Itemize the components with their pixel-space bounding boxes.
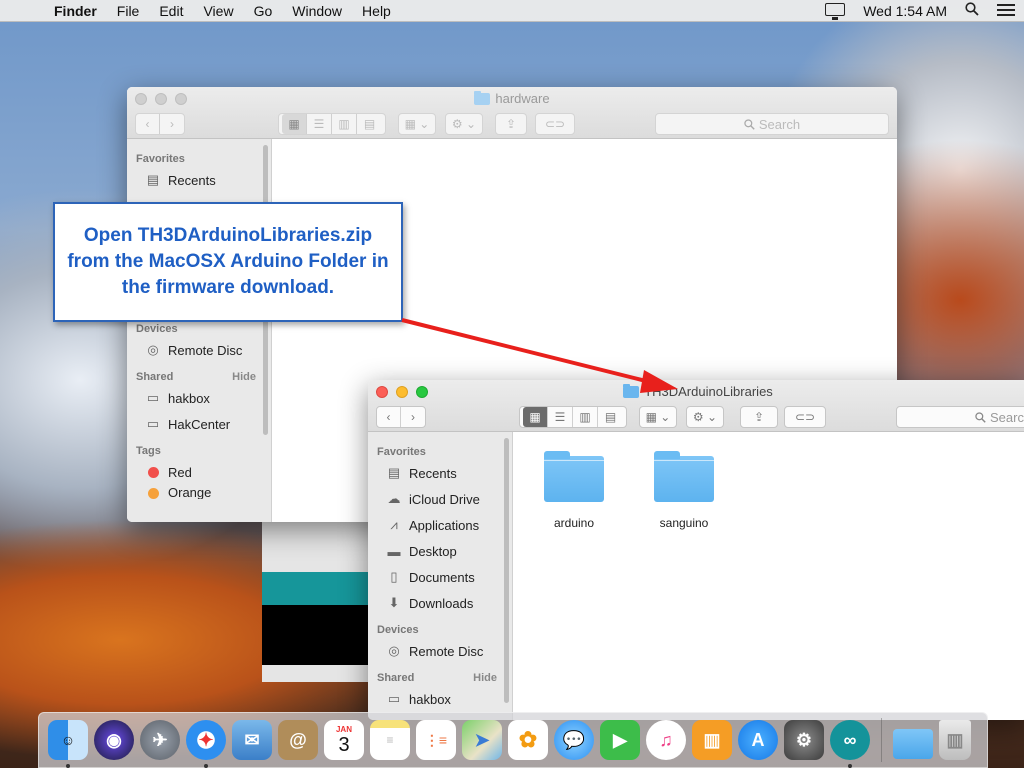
- launchpad-icon[interactable]: ✈: [140, 720, 180, 760]
- itunes-icon[interactable]: ♫: [646, 720, 686, 760]
- messages-icon[interactable]: 💬: [554, 720, 594, 760]
- trash-icon[interactable]: ▥: [939, 720, 971, 760]
- red-arrow-annotation: [401, 318, 678, 393]
- ibooks-icon[interactable]: ▥: [692, 720, 732, 760]
- mail-icon[interactable]: ✉: [232, 720, 272, 760]
- downloads-folder-icon[interactable]: [893, 729, 933, 759]
- dock: ☺ ◉ ✈ ✦ ✉ @ JAN 3 ≡ ⋮≡ ➤ ✿ 💬 ▶ ♫ ▥ A ⚙ ∞…: [38, 712, 988, 768]
- reminders-icon[interactable]: ⋮≡: [416, 720, 456, 760]
- photos-icon[interactable]: ✿: [508, 720, 548, 760]
- siri-icon[interactable]: ◉: [94, 720, 134, 760]
- contacts-icon[interactable]: @: [278, 720, 318, 760]
- maps-icon[interactable]: ➤: [462, 720, 502, 760]
- safari-icon[interactable]: ✦: [186, 720, 226, 768]
- calendar-icon[interactable]: JAN 3: [324, 720, 364, 760]
- finder-icon[interactable]: ☺: [48, 720, 88, 768]
- arduino-icon[interactable]: ∞: [830, 720, 870, 768]
- facetime-icon[interactable]: ▶: [600, 720, 640, 760]
- app-store-icon[interactable]: A: [738, 720, 778, 760]
- notes-icon[interactable]: ≡: [370, 720, 410, 760]
- system-preferences-icon[interactable]: ⚙: [784, 720, 824, 760]
- dock-separator: [881, 718, 882, 762]
